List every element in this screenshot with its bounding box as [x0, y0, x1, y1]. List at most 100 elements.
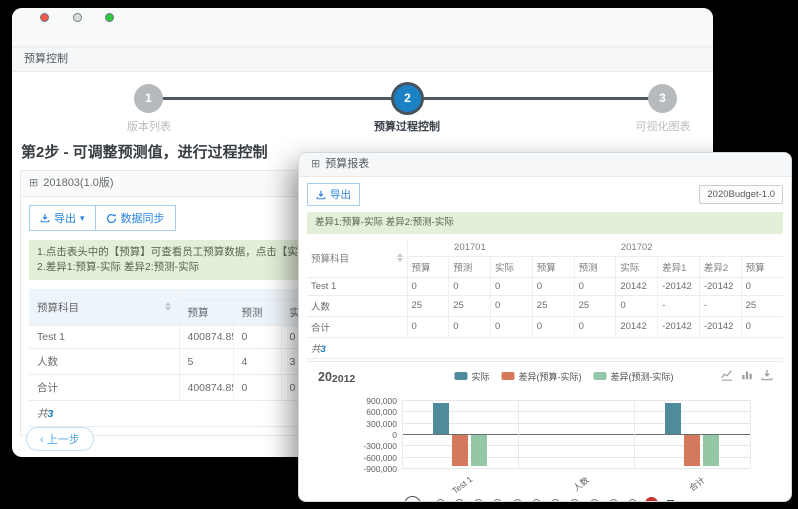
- value-cell: 0: [491, 277, 533, 295]
- column-header-差异2[interactable]: 差异2: [699, 256, 741, 277]
- gridline: [402, 400, 750, 401]
- column-header-预测[interactable]: 预测: [574, 256, 616, 277]
- legend-label: 差异(预算-实际): [519, 370, 582, 383]
- column-header-实际[interactable]: 实际: [616, 256, 658, 277]
- timeline-point-summary[interactable]: [667, 500, 674, 502]
- value-cell: 0: [532, 316, 574, 337]
- budget-version-select[interactable]: 2020Budget-1.0: [699, 185, 783, 204]
- gridline: [402, 468, 750, 469]
- timeline-point-202012[interactable]: [645, 497, 658, 502]
- timeline-pause-button[interactable]: [404, 496, 421, 502]
- column-header-差异1[interactable]: 差异1: [658, 256, 700, 277]
- timeline-point-202003[interactable]: [474, 499, 483, 502]
- value-cell: 25: [574, 295, 616, 316]
- vertical-gridline: [634, 400, 635, 468]
- column-header-实际[interactable]: 实际: [491, 256, 533, 277]
- y-tick-label: 300,000: [307, 419, 397, 429]
- value-cell: 25: [407, 295, 449, 316]
- column-header-预测[interactable]: 预测: [233, 300, 281, 326]
- value-cell: 20142: [616, 277, 658, 295]
- timeline-point-202005[interactable]: [513, 499, 522, 502]
- y-tick-label: -600,000: [307, 453, 397, 463]
- value-cell: 0: [407, 277, 449, 295]
- name-header-text: 预算科目: [311, 254, 349, 265]
- bar-chart-icon[interactable]: [741, 369, 753, 381]
- column-header-预算[interactable]: 预算: [179, 300, 233, 326]
- value-cell: 25: [449, 295, 491, 316]
- row-name-cell: Test 1: [307, 277, 407, 295]
- value-cell: 0: [741, 316, 783, 337]
- column-header-预算[interactable]: 预算: [741, 256, 783, 277]
- step-2-label: 预算过程控制: [347, 118, 467, 134]
- value-cell: 25: [741, 295, 783, 316]
- timeline-point-202010[interactable]: [609, 499, 618, 502]
- previous-step-button[interactable]: ‹ 上一步: [26, 427, 94, 451]
- step-1-circle[interactable]: 1: [134, 84, 163, 113]
- report-export-button[interactable]: 导出: [307, 183, 360, 206]
- minimize-window-icon[interactable]: [73, 13, 82, 22]
- bar-差异(预算-实际)-合计: [684, 435, 700, 466]
- name-header-text: 预算科目: [37, 302, 79, 314]
- column-header-预算[interactable]: 预算: [407, 256, 449, 277]
- chevron-down-icon: ▾: [80, 215, 85, 221]
- legend-swatch: [502, 372, 515, 380]
- sort-icon[interactable]: [397, 253, 403, 262]
- legend-item-差异(预测-实际)[interactable]: 差异(预测-实际): [594, 370, 674, 383]
- value-cell: 20142: [616, 316, 658, 337]
- vertical-gridline: [750, 400, 751, 468]
- row-name-cell: 人数: [29, 349, 179, 375]
- total-count: 3: [48, 408, 54, 420]
- column-header-预算[interactable]: 预算: [532, 256, 574, 277]
- value-cell: 25: [532, 295, 574, 316]
- value-cell: 0: [574, 316, 616, 337]
- timeline-point-202011[interactable]: [628, 499, 637, 502]
- stepper: 1 2 3 版本列表 预算过程控制 可视化图表: [12, 72, 713, 134]
- value-cell: 0: [741, 277, 783, 295]
- timeline-point-202006[interactable]: [532, 499, 541, 502]
- row-name-cell: 合计: [307, 316, 407, 337]
- sort-icon[interactable]: [165, 302, 171, 311]
- value-cell: 0: [233, 375, 281, 401]
- timeline-point-202004[interactable]: [493, 499, 502, 502]
- legend-item-差异(预算-实际)[interactable]: 差异(预算-实际): [502, 370, 582, 383]
- step-1-label: 版本列表: [89, 118, 209, 134]
- data-sync-button[interactable]: 数据同步: [95, 205, 176, 231]
- maximize-window-icon[interactable]: [105, 13, 114, 22]
- value-cell: -20142: [658, 277, 700, 295]
- timeline-prev-icon[interactable]: ‹: [425, 495, 429, 502]
- column-header-name[interactable]: 预算科目: [307, 239, 407, 278]
- table-row: 人数2525025250--25: [307, 295, 783, 316]
- column-header-name[interactable]: 预算科目: [29, 289, 179, 326]
- line-chart-icon[interactable]: [721, 369, 733, 381]
- timeline-point-202009[interactable]: [590, 499, 599, 502]
- legend-item-实际[interactable]: 实际: [455, 370, 490, 383]
- total-count: 3: [321, 344, 326, 355]
- diff-note-alert: 差异1:预算-实际 差异2:预测-实际: [307, 212, 783, 234]
- timeline-point-202001[interactable]: [436, 499, 445, 502]
- budget-report-window: ⊞预算报表 导出 2020Budget-1.0 差异1:预算-实际 差异2:预测…: [298, 152, 792, 502]
- save-image-icon[interactable]: [761, 369, 773, 381]
- month-group-header: 201701: [407, 239, 532, 257]
- timeline-point-202002[interactable]: [455, 499, 464, 502]
- chart-legend: 实际 差异(预算-实际) 差异(预测-实际): [455, 370, 674, 383]
- column-header-预测[interactable]: 预测: [449, 256, 491, 277]
- step-2-circle[interactable]: 2: [394, 85, 421, 112]
- row-name-cell: 合计: [29, 375, 179, 401]
- row-count: 共3: [307, 337, 783, 358]
- value-cell: 0: [574, 277, 616, 295]
- bar-差异(预测-实际)-合计: [703, 435, 719, 466]
- close-window-icon[interactable]: [40, 13, 49, 22]
- timeline-next-icon[interactable]: ›: [681, 495, 685, 502]
- value-cell: 4: [233, 349, 281, 375]
- report-title-bar: ⊞预算报表: [299, 153, 791, 177]
- timeline-point-202007[interactable]: [551, 499, 560, 502]
- value-cell: -20142: [699, 316, 741, 337]
- timeline-point-202008[interactable]: [570, 499, 579, 502]
- export-button[interactable]: 导出 ▾: [29, 205, 96, 231]
- report-table: 预算科目201701201702预算预测实际预算预测实际差异1差异2预算Test…: [307, 239, 783, 359]
- timeline-slider: ‹ › 汇总 202001202002202003202004202005202…: [307, 494, 783, 502]
- window-titlebar: [12, 8, 713, 47]
- y-tick-label: -900,000: [307, 464, 397, 474]
- y-tick-label: 0: [307, 430, 397, 440]
- step-3-circle[interactable]: 3: [648, 84, 677, 113]
